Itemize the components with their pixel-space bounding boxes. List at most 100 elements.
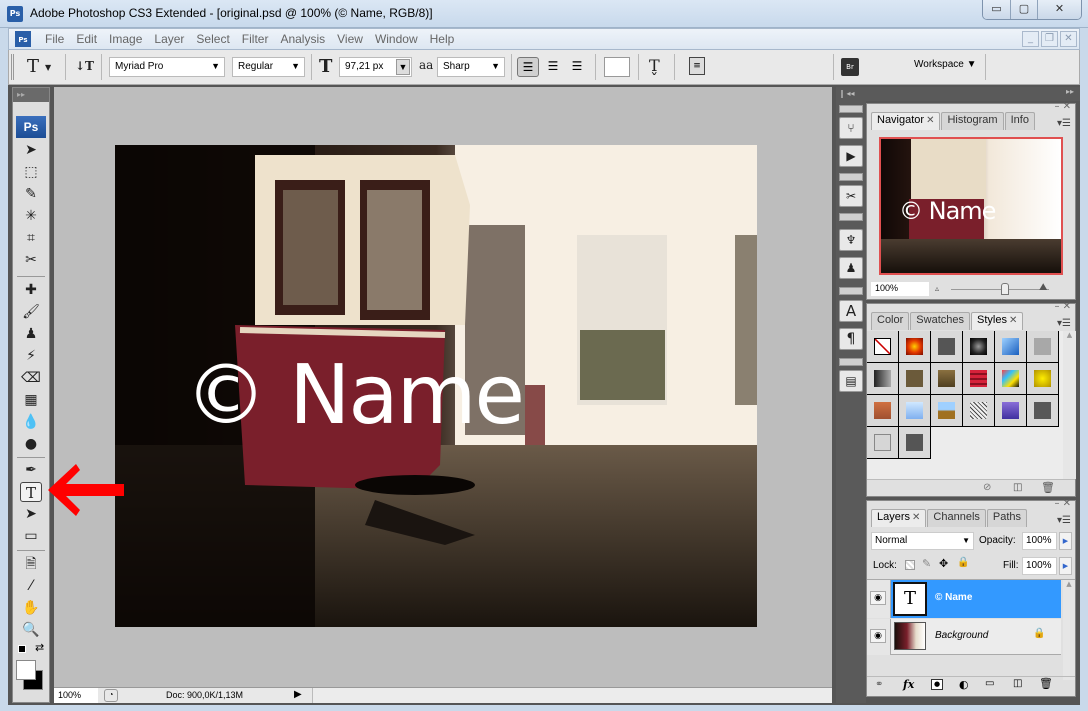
menu-edit[interactable]: Edit <box>70 32 103 46</box>
close-icon[interactable]: ✕ <box>912 512 920 523</box>
doc-minimize-button[interactable]: _ <box>1022 31 1039 47</box>
new-style-icon[interactable]: ◫ <box>1013 482 1022 493</box>
eyedropper-tool-icon[interactable]: ⁄ <box>20 576 42 596</box>
character-panel-button[interactable]: ≡ <box>689 57 705 75</box>
history-panel-icon[interactable]: ⑂ <box>839 117 863 139</box>
hand-tool-icon[interactable]: ✋ <box>20 598 42 618</box>
lock-pixels-icon[interactable]: ✎ <box>922 557 931 570</box>
type-tool-icon[interactable]: T <box>20 482 42 502</box>
tab-channels[interactable]: Channels <box>927 509 986 527</box>
crop-tool-icon[interactable]: ⌗ <box>20 228 42 248</box>
tab-info[interactable]: Info <box>1004 112 1035 130</box>
history-brush-tool-icon[interactable]: ⚡ <box>20 346 42 366</box>
font-size-input[interactable]: 97,21 px ▼ <box>339 57 412 77</box>
zoom-slider-thumb[interactable] <box>1000 283 1009 295</box>
style-swatch-light-blue[interactable] <box>899 395 931 427</box>
tab-layers[interactable]: Layers ✕ <box>871 509 927 527</box>
lasso-tool-icon[interactable]: ✎ <box>20 184 42 204</box>
close-icon[interactable]: ✕ <box>1009 315 1017 326</box>
shape-tool-icon[interactable]: ▭ <box>20 526 42 546</box>
blend-mode-select[interactable]: Normal ▼ <box>871 532 974 550</box>
style-swatch-rainbow[interactable] <box>995 363 1027 395</box>
tab-navigator[interactable]: Navigator ✕ <box>871 112 941 130</box>
ps-logo-badge[interactable]: Ps <box>16 116 46 138</box>
slice-tool-icon[interactable]: ✂ <box>20 250 42 270</box>
tab-color[interactable]: Color <box>871 312 910 330</box>
style-swatch-purple[interactable] <box>995 395 1027 427</box>
style-swatch-dark-circle[interactable] <box>963 331 995 363</box>
tool-preset-picker[interactable]: T ▼ <box>27 56 51 77</box>
tab-styles[interactable]: Styles ✕ <box>971 312 1024 330</box>
default-colors-icon[interactable] <box>18 645 26 653</box>
notes-tool-icon[interactable]: 🗎 <box>20 554 42 574</box>
new-group-icon[interactable]: ▭ <box>985 678 994 689</box>
dock-group-header[interactable] <box>839 173 863 181</box>
bridge-button[interactable]: Br <box>841 58 859 76</box>
style-swatch-blue-glass[interactable] <box>995 331 1027 363</box>
healing-brush-tool-icon[interactable]: ✚ <box>20 280 42 300</box>
tool-presets-panel-icon[interactable]: ✂ <box>839 185 863 207</box>
maximize-button[interactable]: ▢ <box>1010 0 1037 19</box>
layer-row[interactable]: ◉ T © Name <box>867 580 1061 618</box>
antialias-select[interactable]: Sharp ▼ <box>437 57 505 77</box>
navigator-thumbnail[interactable]: © Name <box>879 137 1063 275</box>
align-left-button[interactable]: ☰ <box>517 57 539 77</box>
trash-icon[interactable]: 🗑 <box>1039 677 1053 690</box>
menu-window[interactable]: Window <box>369 32 424 46</box>
menu-file[interactable]: File <box>39 32 70 46</box>
brushes-panel-icon[interactable]: ♆ <box>839 229 863 251</box>
style-swatch-none[interactable] <box>867 331 899 363</box>
font-style-select[interactable]: Regular ▼ <box>232 57 305 77</box>
dock-group-header[interactable] <box>839 213 863 221</box>
adjustment-layer-icon[interactable]: ◐ <box>959 678 969 691</box>
opacity-slider-button[interactable]: ▶ <box>1059 532 1072 550</box>
toolbox-collapse-grip[interactable]: ▸▸ <box>13 88 49 102</box>
fill-input[interactable]: 100% <box>1022 557 1057 575</box>
layer-style-fx-icon[interactable]: fx <box>903 678 914 691</box>
style-swatch-bronze[interactable] <box>899 363 931 395</box>
eraser-tool-icon[interactable]: ⌫ <box>20 368 42 388</box>
menu-filter[interactable]: Filter <box>236 32 275 46</box>
align-right-button[interactable]: ☰ <box>567 57 587 77</box>
dock-group-header[interactable] <box>839 287 863 295</box>
dock-group-header[interactable] <box>839 105 863 113</box>
menu-analysis[interactable]: Analysis <box>274 32 331 46</box>
blur-tool-icon[interactable]: 💧 <box>20 412 42 432</box>
character-panel-icon[interactable]: A <box>839 300 863 322</box>
tab-swatches[interactable]: Swatches <box>910 312 970 330</box>
doc-close-button[interactable]: ✕ <box>1060 31 1077 47</box>
menu-image[interactable]: Image <box>103 32 148 46</box>
panel-expand-grip[interactable]: ▸▸ <box>864 87 1080 101</box>
trash-icon[interactable]: 🗑 <box>1041 481 1055 494</box>
document-canvas[interactable]: © Name <box>115 145 757 627</box>
paragraph-panel-icon[interactable]: ¶ <box>839 328 863 350</box>
horizontal-scrollbar[interactable] <box>312 688 832 703</box>
style-swatch-gold[interactable] <box>1027 363 1059 395</box>
lock-all-icon[interactable]: 🔒 <box>957 557 969 568</box>
status-menu-arrow-icon[interactable]: ▶ <box>294 689 302 700</box>
style-swatch-dark-gray[interactable] <box>899 427 931 459</box>
layer-name[interactable]: © Name <box>935 592 972 603</box>
close-icon[interactable]: ✕ <box>926 115 934 126</box>
style-swatch-dark-gray-stroke[interactable] <box>931 331 963 363</box>
warp-text-button[interactable]: T̬ <box>649 56 660 75</box>
panel-menu-icon[interactable]: ▾☰ <box>1057 118 1071 129</box>
visibility-toggle[interactable]: ◉ <box>867 619 891 655</box>
style-swatch-red-stripes[interactable] <box>963 363 995 395</box>
lock-position-icon[interactable]: ✥ <box>939 557 948 570</box>
zoom-tool-icon[interactable]: 🔍 <box>20 620 42 640</box>
visibility-toggle[interactable]: ◉ <box>867 580 891 618</box>
tab-histogram[interactable]: Histogram <box>941 112 1004 130</box>
tab-paths[interactable]: Paths <box>986 509 1028 527</box>
link-layers-icon[interactable]: ⚭ <box>875 679 883 690</box>
style-swatch-sunset[interactable] <box>867 395 899 427</box>
fill-slider-button[interactable]: ▶ <box>1059 557 1072 575</box>
panel-minimize-close[interactable]: – ✕ <box>1054 101 1071 112</box>
magic-wand-tool-icon[interactable]: ✳ <box>20 206 42 226</box>
clone-source-panel-icon[interactable]: ♟ <box>839 257 863 279</box>
chevron-down-icon[interactable]: ▼ <box>396 59 410 75</box>
text-color-swatch[interactable] <box>604 57 630 77</box>
menu-layer[interactable]: Layer <box>148 32 190 46</box>
workspace-menu[interactable]: Workspace ▼ <box>914 59 977 70</box>
style-swatch-light-gray[interactable] <box>1027 331 1059 363</box>
